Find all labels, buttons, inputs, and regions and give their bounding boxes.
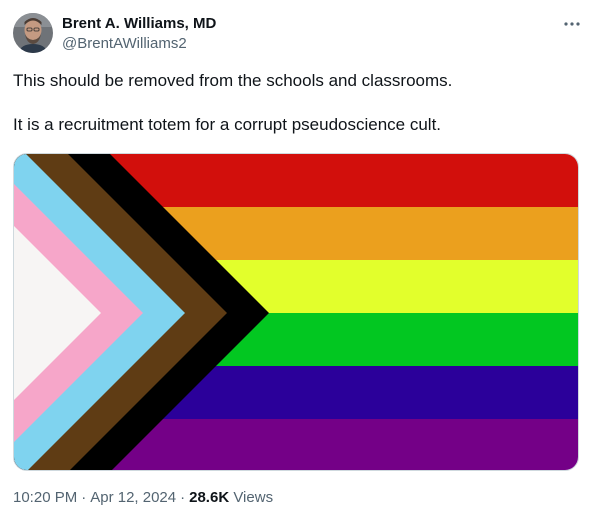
tweet-date: Apr 12, 2024	[90, 489, 177, 506]
tweet-time-link[interactable]: 10:20 PM · Apr 12, 2024	[13, 489, 176, 506]
author-display-name[interactable]: Brent A. Williams, MD	[62, 14, 216, 33]
author-handle[interactable]: @BrentAWilliams2	[62, 34, 216, 53]
meta-separator: ·	[81, 489, 87, 506]
meta-separator: ·	[180, 489, 186, 506]
more-options-button[interactable]	[558, 14, 586, 34]
views-count: 28.6K	[189, 489, 230, 506]
avatar[interactable]	[13, 13, 53, 53]
tweet-metadata: 10:20 PM · Apr 12, 2024 · 28.6K Views	[13, 488, 273, 507]
tweet-time: 10:20 PM	[13, 489, 78, 506]
tweet-media-image[interactable]	[13, 153, 579, 471]
tweet-text: This should be removed from the schools …	[13, 70, 583, 136]
tweet: Brent A. Williams, MD @BrentAWilliams2 T…	[0, 0, 606, 523]
views-label: Views	[233, 489, 274, 506]
more-dots-icon	[564, 22, 580, 26]
avatar-image	[13, 13, 53, 53]
tweet-paragraph-2: It is a recruitment totem for a corrupt …	[13, 115, 442, 134]
tweet-paragraph-1: This should be removed from the schools …	[13, 71, 453, 90]
progress-pride-flag-image	[14, 154, 578, 470]
author-info: Brent A. Williams, MD @BrentAWilliams2	[62, 14, 216, 53]
